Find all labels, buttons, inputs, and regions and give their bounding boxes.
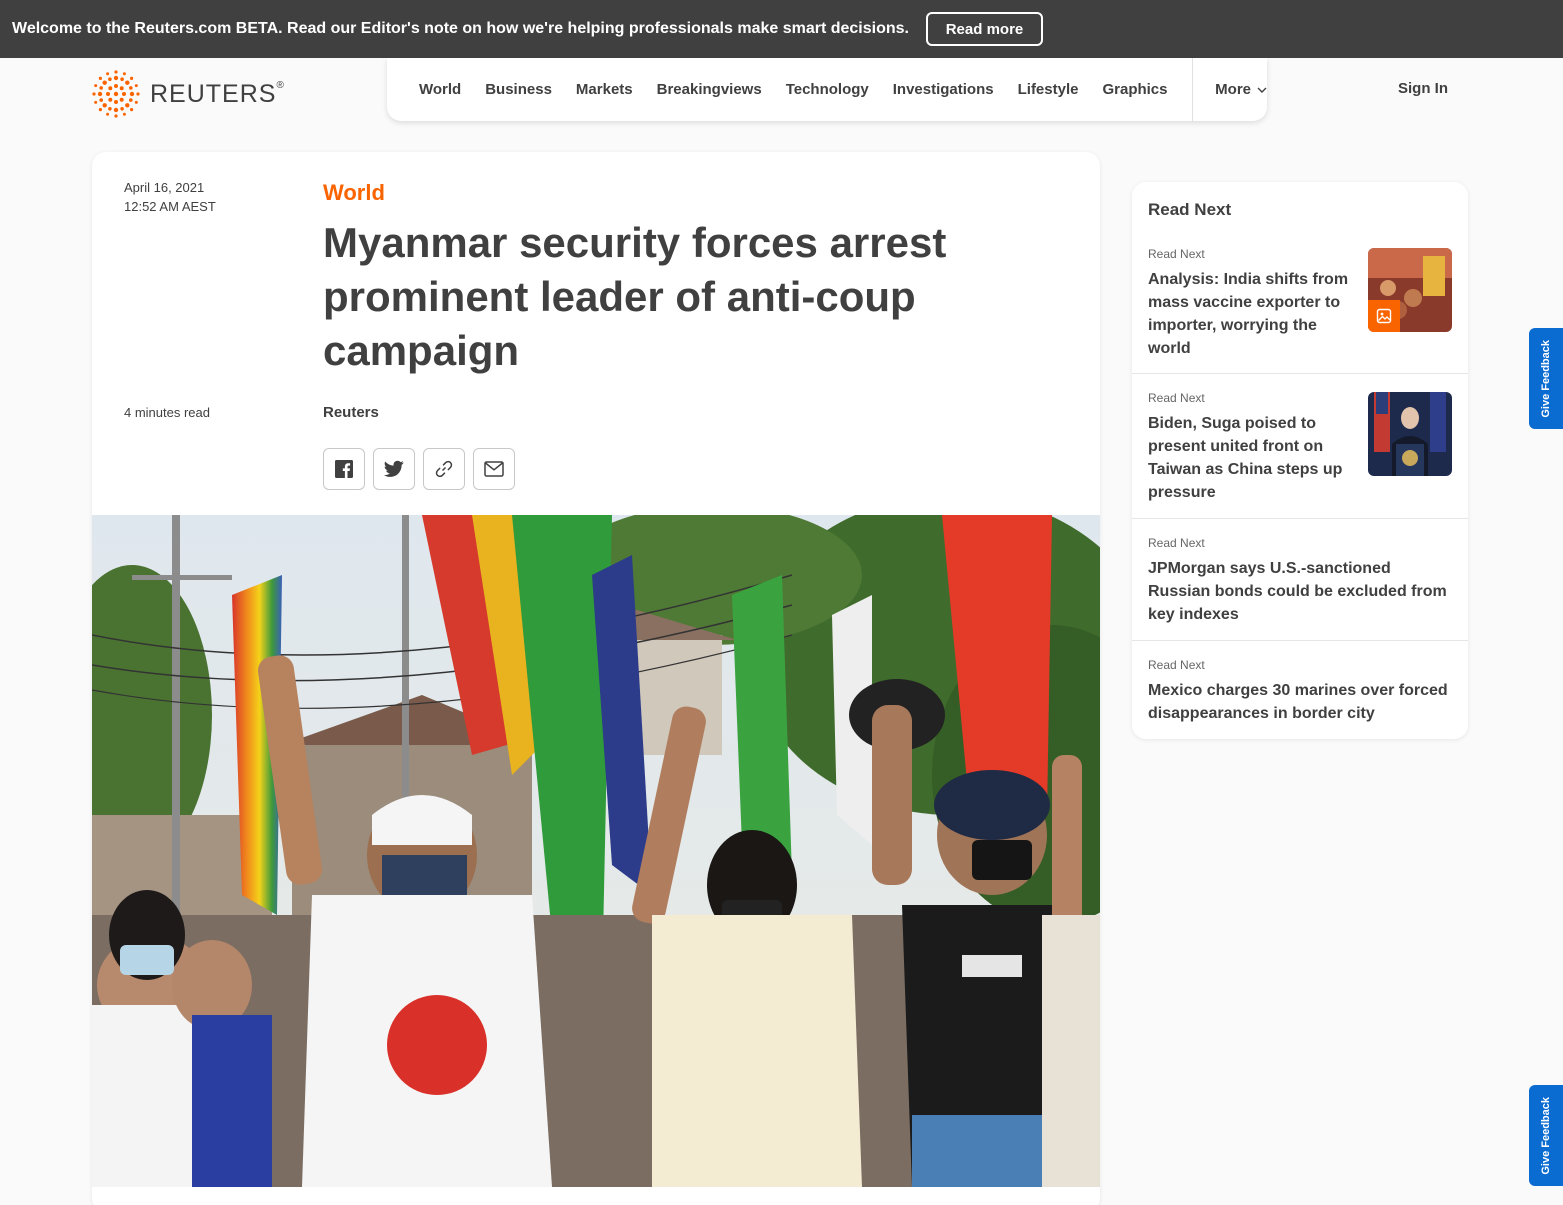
nav-breakingviews[interactable]: Breakingviews (657, 81, 762, 98)
nav-business[interactable]: Business (485, 81, 552, 98)
nav-lifestyle[interactable]: Lifestyle (1018, 81, 1079, 98)
site-header: REUTERS® World Business Markets Breaking… (0, 58, 1563, 130)
read-next-thumbnail[interactable] (1368, 248, 1452, 332)
read-next-headline[interactable]: JPMorgan says U.S.-sanctioned Russian bo… (1148, 557, 1453, 626)
podium-thumbnail-image (1368, 392, 1452, 476)
nav-markets[interactable]: Markets (576, 81, 633, 98)
image-gallery-icon (1376, 308, 1392, 324)
sign-in-link[interactable]: Sign In (1398, 80, 1448, 97)
read-next-kicker: Read Next (1148, 658, 1205, 672)
nav-world[interactable]: World (419, 81, 461, 98)
nav-investigations[interactable]: Investigations (893, 81, 994, 98)
article-byline[interactable]: Reuters (323, 404, 379, 421)
read-next-headline[interactable]: Analysis: India shifts from mass vaccine… (1148, 268, 1358, 360)
share-facebook-button[interactable] (323, 448, 365, 490)
read-next-item[interactable]: Read Next Mexico charges 30 marines over… (1132, 641, 1468, 739)
twitter-icon (384, 460, 404, 477)
read-next-item[interactable]: Read Next Biden, Suga poised to present … (1132, 374, 1468, 519)
nav-graphics[interactable]: Graphics (1102, 81, 1167, 98)
beta-banner-text: Welcome to the Reuters.com BETA. Read ou… (12, 20, 909, 37)
nav-technology[interactable]: Technology (786, 81, 869, 98)
nav-more-label: More (1215, 81, 1251, 98)
share-email-button[interactable] (473, 448, 515, 490)
give-feedback-label: Give Feedback (1540, 1096, 1552, 1175)
hero-photo (92, 515, 1100, 1187)
read-next-kicker: Read Next (1148, 247, 1205, 261)
read-next-headline[interactable]: Biden, Suga poised to present united fro… (1148, 412, 1358, 504)
article-card: April 16, 2021 12:52 AM AEST 4 minutes r… (92, 152, 1100, 1205)
beta-banner: Welcome to the Reuters.com BETA. Read ou… (0, 0, 1563, 58)
section-label[interactable]: World (323, 180, 385, 206)
reuters-logo[interactable]: REUTERS® (92, 70, 285, 118)
read-time: 4 minutes read (124, 405, 210, 420)
read-next-title: Read Next (1148, 200, 1232, 219)
reuters-logo-icon (92, 70, 140, 118)
facebook-icon (335, 460, 353, 478)
give-feedback-tab[interactable]: Give Feedback (1529, 1085, 1563, 1186)
give-feedback-label: Give Feedback (1540, 339, 1552, 418)
read-next-item[interactable]: Read Next Analysis: India shifts from ma… (1132, 230, 1468, 374)
read-next-panel: Read Next Read Next Analysis: India shif… (1132, 182, 1468, 739)
read-next-kicker: Read Next (1148, 391, 1205, 405)
logo-text: REUTERS (150, 79, 277, 108)
article-date: April 16, 2021 (124, 180, 205, 195)
share-twitter-button[interactable] (373, 448, 415, 490)
gallery-badge (1368, 300, 1400, 332)
logo-wordmark: REUTERS® (150, 80, 285, 109)
main-nav: World Business Markets Breakingviews Tec… (387, 58, 1267, 121)
read-next-item[interactable]: Read Next JPMorgan says U.S.-sanctioned … (1132, 519, 1468, 641)
chevron-down-icon (1257, 87, 1267, 93)
email-icon (484, 461, 504, 477)
give-feedback-tab[interactable]: Give Feedback (1529, 328, 1563, 429)
read-next-headline[interactable]: Mexico charges 30 marines over forced di… (1148, 679, 1453, 725)
logo-registered-mark: ® (276, 79, 285, 91)
copy-link-button[interactable] (423, 448, 465, 490)
article-dateline: April 16, 2021 12:52 AM AEST (124, 178, 216, 216)
link-icon (435, 460, 453, 478)
read-next-thumbnail[interactable] (1368, 392, 1452, 476)
share-bar (323, 448, 523, 490)
read-next-kicker: Read Next (1148, 536, 1205, 550)
nav-more-button[interactable]: More (1215, 81, 1267, 98)
read-more-button[interactable]: Read more (925, 12, 1043, 46)
article-time: 12:52 AM AEST (124, 199, 216, 214)
article-headline: Myanmar security forces arrest prominent… (323, 219, 947, 374)
nav-divider (1191, 58, 1193, 121)
